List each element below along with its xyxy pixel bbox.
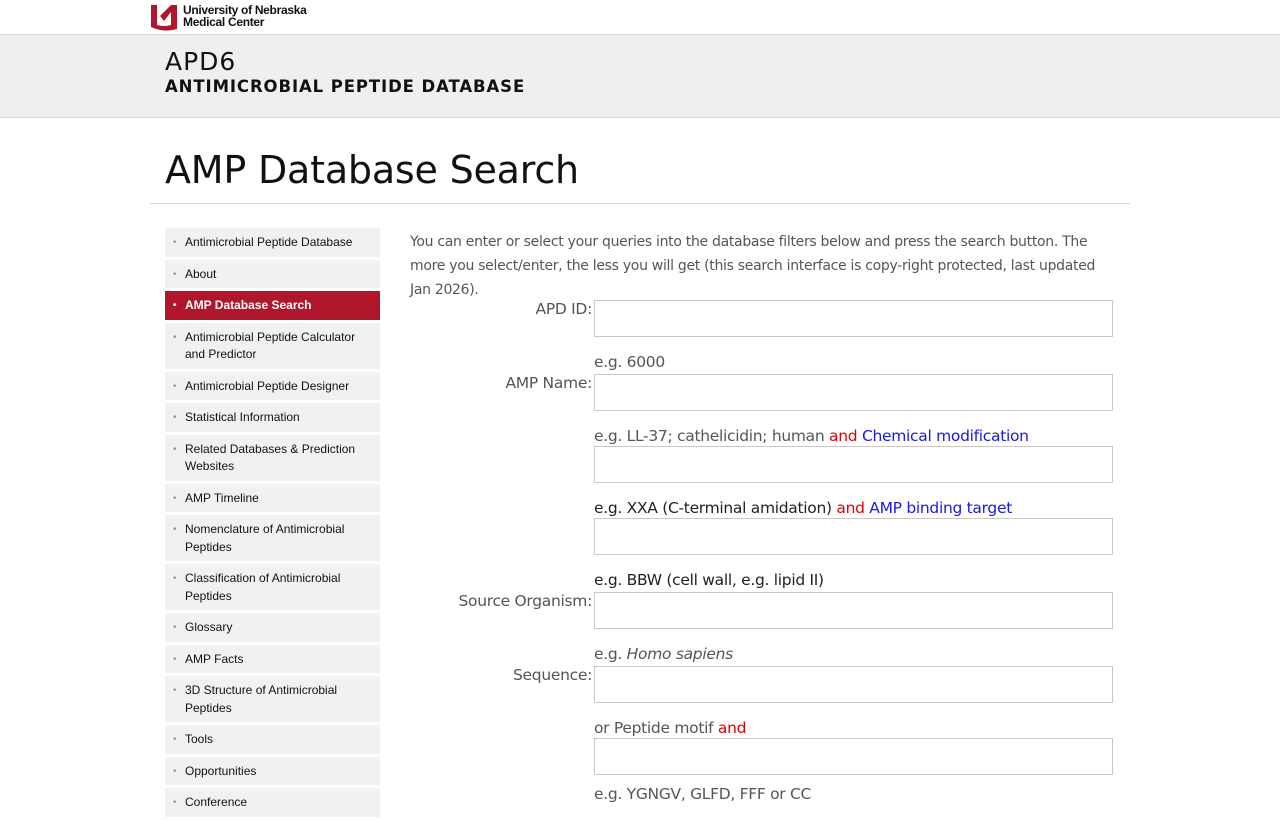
sidebar-nav: • Antimicrobial Peptide Database • About •… [165, 228, 380, 820]
page-title: AMP Database Search [165, 148, 579, 192]
bullet-icon: • [173, 622, 177, 633]
sidebar-item-conference[interactable]: • Conference [165, 788, 380, 817]
bullet-icon: • [173, 492, 177, 504]
apd-id-label: APD ID: [535, 300, 593, 318]
bullet-icon: • [173, 734, 177, 745]
and-label: and [717, 719, 747, 737]
amp-binding-target-link[interactable]: AMP binding target [869, 499, 1012, 517]
bullet-icon: • [173, 268, 177, 280]
peptide-motif-label: or Peptide motif [594, 719, 714, 737]
logo-text: University of Nebraska Medical Center [183, 4, 307, 29]
bullet-icon: • [173, 685, 177, 696]
bullet-icon: • [173, 412, 177, 423]
sidebar-item-opportunities[interactable]: • Opportunities [165, 756, 380, 785]
and-label: and [836, 499, 865, 517]
sidebar-item-amp-timeline[interactable]: • AMP Timeline [165, 483, 380, 512]
site-name[interactable]: APD6 [165, 47, 236, 76]
sidebar-item-label: Antimicrobial Peptide Database [185, 235, 353, 249]
sequence-input[interactable] [594, 666, 1113, 703]
amp-name-input[interactable] [594, 374, 1113, 411]
unmc-n-icon [151, 5, 177, 31]
sidebar-item-label: Classification of Antimicrobial Peptides [185, 571, 341, 603]
binding-target-input[interactable] [594, 518, 1113, 555]
search-intro-text: You can enter or select your queries int… [410, 234, 1096, 298]
sequence-label: Sequence: [513, 666, 592, 684]
source-organism-input[interactable] [594, 592, 1113, 629]
and-label: and [829, 427, 858, 445]
bullet-icon: • [173, 797, 177, 808]
site-subtitle[interactable]: ANTIMICROBIAL PEPTIDE DATABASE [165, 77, 525, 96]
sidebar-item-statistical-information[interactable]: • Statistical Information [165, 403, 380, 432]
logo-line-2: Medical Center [183, 15, 265, 29]
sidebar-item-classification[interactable]: • Classification of Antimicrobial Peptide… [165, 564, 380, 610]
sidebar-item-nomenclature[interactable]: • Nomenclature of Antimicrobial Peptides [165, 515, 380, 561]
sidebar-item-related-databases[interactable]: • Related Databases & Prediction Websites [165, 434, 380, 481]
title-divider [150, 203, 1130, 204]
sidebar-item-label: Nomenclature of Antimicrobial Peptides [185, 522, 345, 554]
sidebar-item-label: AMP Database Search [185, 298, 312, 312]
apd-id-input[interactable] [594, 300, 1113, 337]
peptide-motif-help: e.g. YGNGV, GLFD, FFF or CC [594, 785, 812, 803]
source-organism-help-prefix: e.g. [594, 645, 623, 663]
site-banner: APD6 ANTIMICROBIAL PEPTIDE DATABASE [0, 35, 1280, 118]
sidebar-item-label: AMP Facts [185, 651, 244, 666]
sidebar-item-peptide-designer[interactable]: • Antimicrobial Peptide Designer [165, 371, 380, 400]
bullet-icon: • [173, 573, 177, 584]
sidebar-item-label: Glossary [185, 620, 233, 634]
sidebar-item-label: 3D Structure of Antimicrobial Peptides [185, 683, 338, 715]
chemical-modification-input[interactable] [594, 446, 1113, 483]
chemical-modification-link[interactable]: Chemical modification [862, 427, 1029, 445]
binding-target-help: e.g. BBW (cell wall, e.g. lipid II) [594, 571, 824, 589]
sidebar-item-label: AMP Timeline [185, 490, 259, 505]
bullet-icon: • [173, 331, 177, 343]
bullet-icon: • [173, 653, 177, 665]
sidebar-item-about[interactable]: • About [165, 259, 380, 288]
sidebar-item-label: Statistical Information [185, 410, 300, 424]
source-organism-help-example: Homo sapiens [626, 645, 734, 663]
sidebar-item-antimicrobial-peptide-database[interactable]: • Antimicrobial Peptide Database [165, 228, 380, 257]
sidebar-item-label: Antimicrobial Peptide Calculator and Pre… [185, 329, 356, 362]
source-organism-label: Source Organism: [458, 592, 592, 610]
sidebar-item-label: Opportunities [185, 763, 257, 778]
sidebar-item-label: Tools [185, 732, 214, 746]
top-bar: University of Nebraska Medical Center [0, 0, 1280, 35]
bullet-icon: • [173, 765, 177, 777]
sidebar-item-label: About [185, 266, 217, 281]
sidebar-item-label: Conference [185, 795, 248, 809]
sidebar-item-tools[interactable]: • Tools [165, 725, 380, 754]
chemical-modification-help: e.g. XXA (C-terminal amidation) and AMP … [594, 499, 1012, 517]
bullet-icon: • [173, 380, 177, 392]
bullet-icon: • [173, 237, 177, 248]
sidebar-item-3d-structure[interactable]: • 3D Structure of Antimicrobial Peptides [165, 676, 380, 722]
peptide-motif-input[interactable] [594, 738, 1113, 775]
bullet-icon: • [173, 443, 177, 455]
bullet-icon: • [173, 300, 177, 311]
sidebar-item-amp-database-search[interactable]: • AMP Database Search [165, 291, 380, 320]
amp-name-label: AMP Name: [505, 374, 592, 392]
source-organism-help: e.g. Homo sapiens [594, 645, 733, 663]
sidebar-item-label: Related Databases & Prediction Websites [185, 441, 356, 474]
sidebar-item-calculator-predictor[interactable]: • Antimicrobial Peptide Calculator and Pr… [165, 322, 380, 369]
amp-name-help-example: e.g. LL-37; cathelicidin; human [594, 427, 825, 445]
chemical-modification-help-example: e.g. XXA (C-terminal amidation) [594, 499, 832, 517]
amp-name-help: e.g. LL-37; cathelicidin; human and Chem… [594, 427, 1029, 445]
sidebar-item-amp-facts[interactable]: • AMP Facts [165, 644, 380, 673]
sequence-help: or Peptide motif and [594, 719, 746, 737]
sidebar-item-label: Antimicrobial Peptide Designer [185, 378, 350, 393]
apd-id-help: e.g. 6000 [594, 353, 665, 371]
sidebar-item-glossary[interactable]: • Glossary [165, 613, 380, 642]
bullet-icon: • [173, 524, 177, 535]
